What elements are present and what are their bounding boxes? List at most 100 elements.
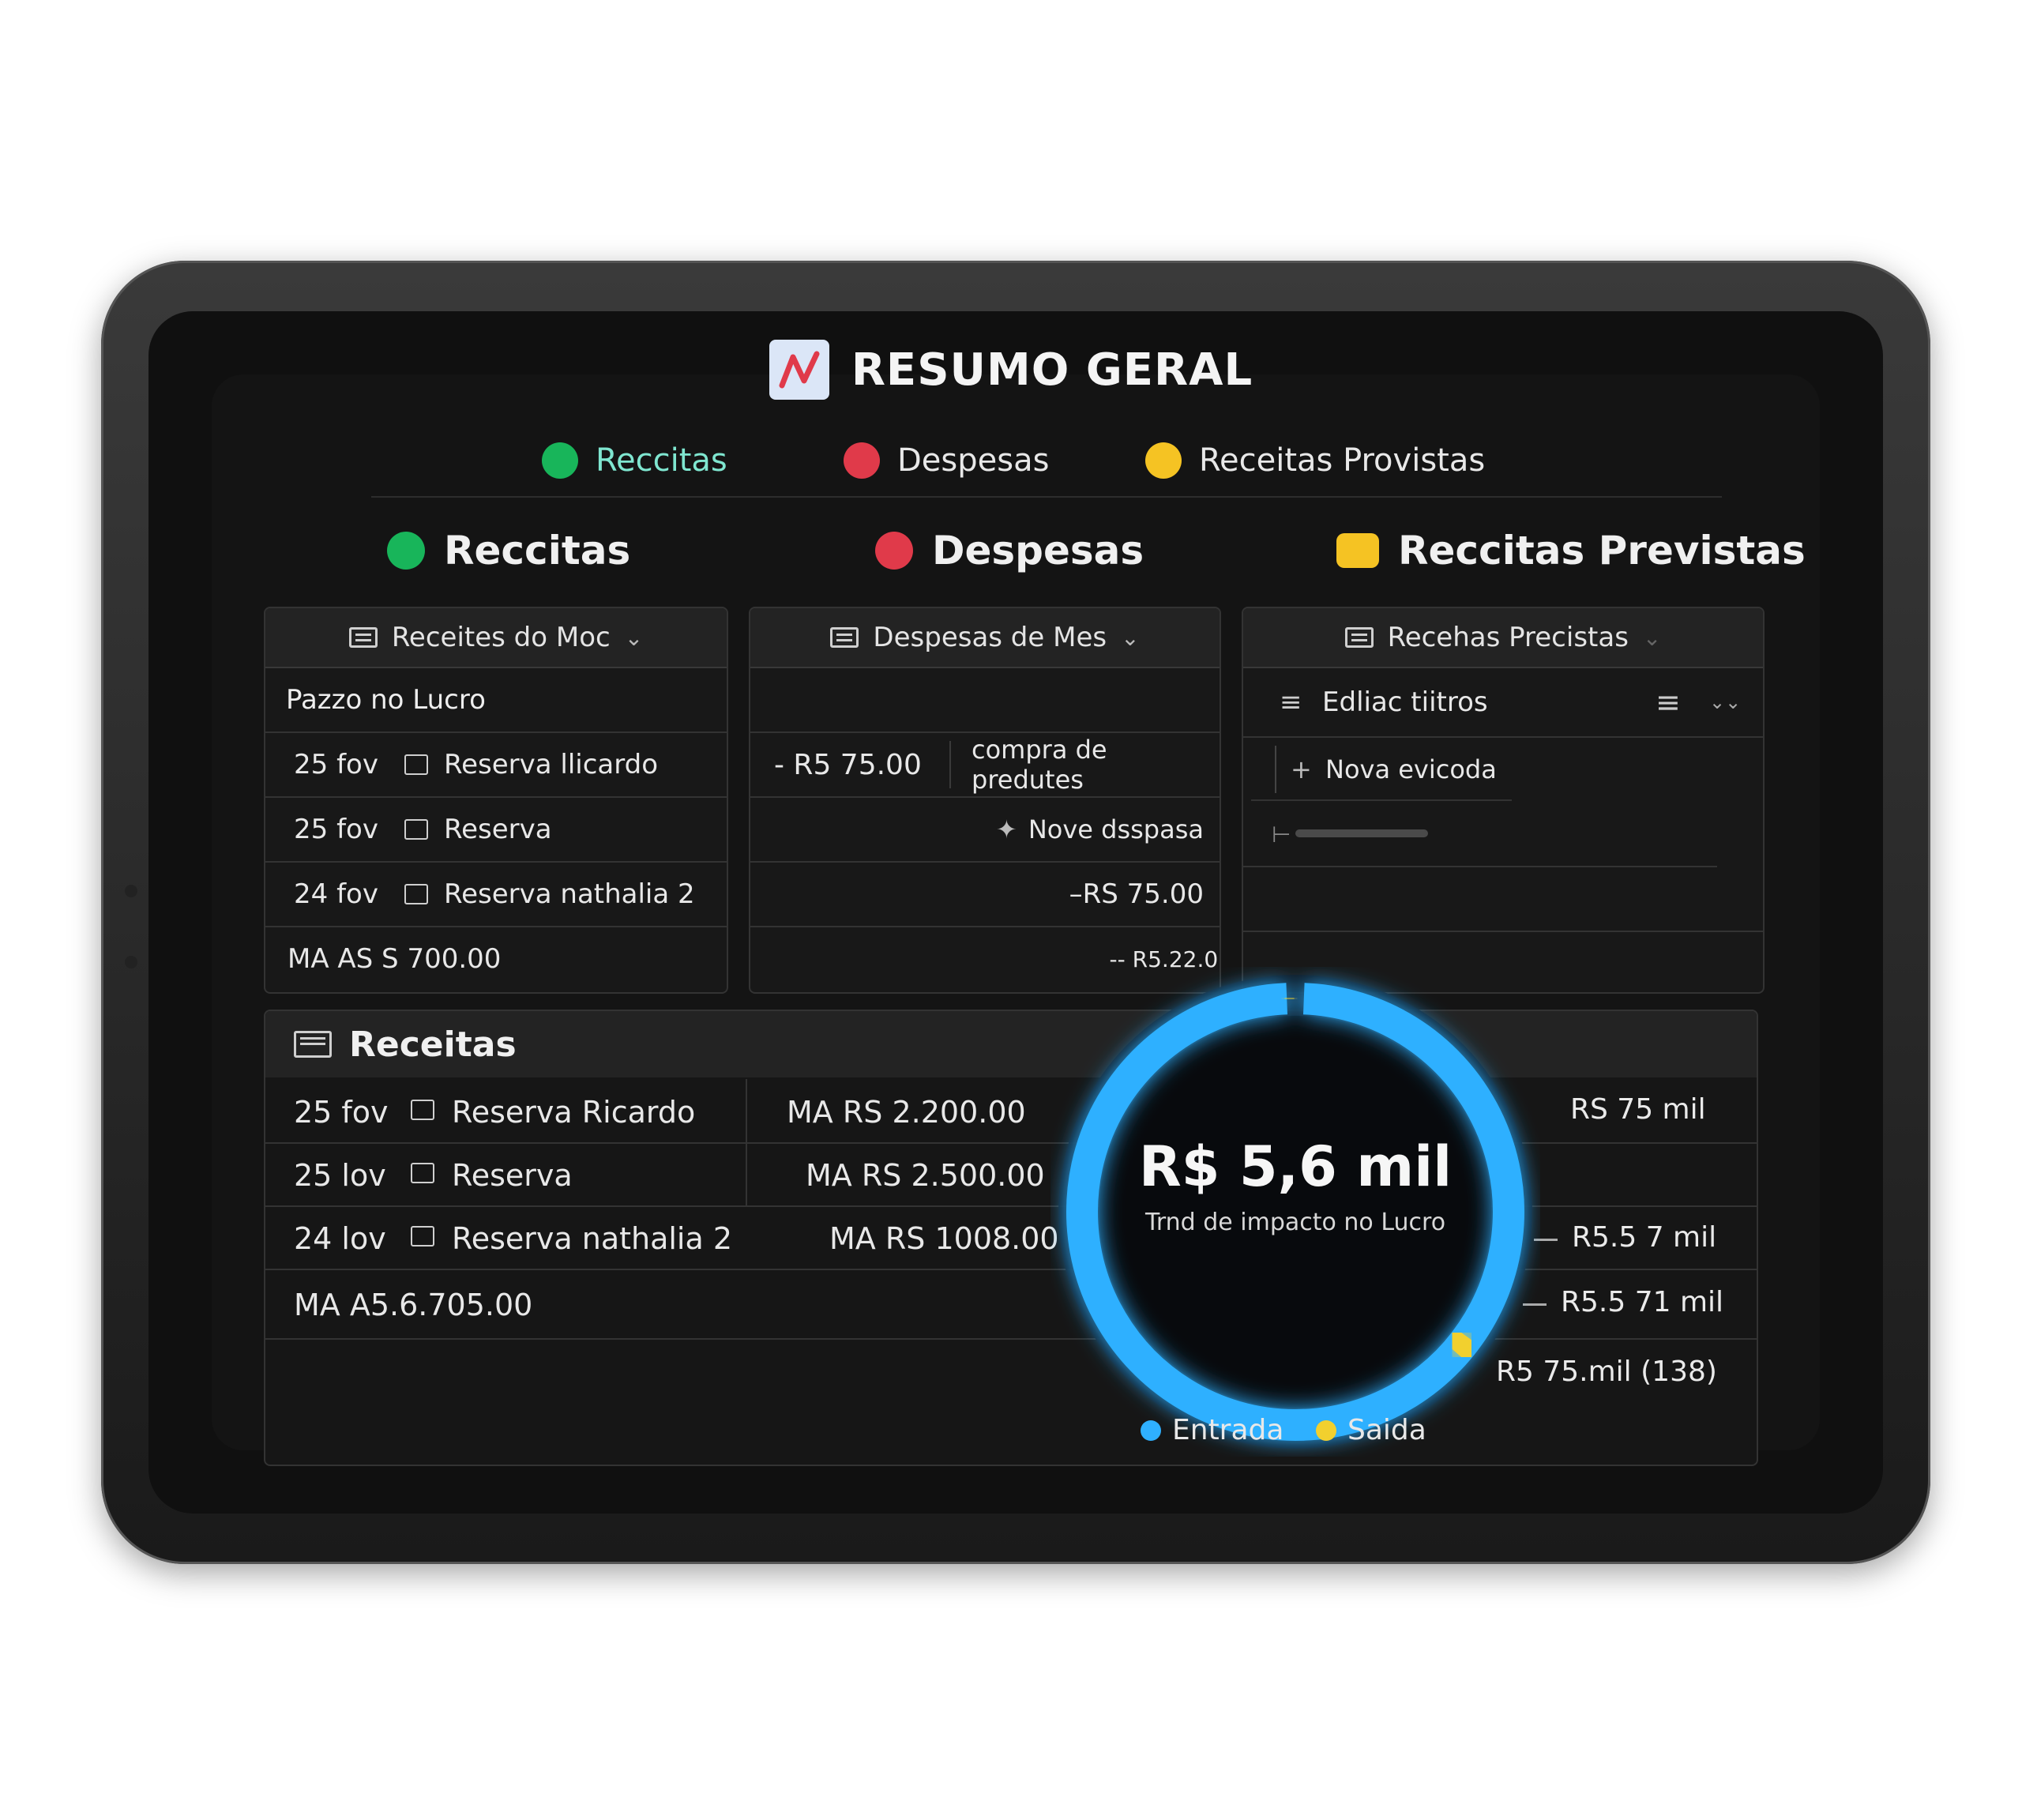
- list-icon: [830, 627, 859, 648]
- expense-icon: [844, 442, 880, 479]
- row-name: Reserva nathalia 2: [452, 1221, 733, 1256]
- chevron-down-icon[interactable]: ⌄: [1643, 625, 1661, 651]
- item-checkbox[interactable]: [404, 754, 428, 775]
- panel-subtitle-row: Pazzo no Lucro: [265, 668, 727, 733]
- tab-despesas[interactable]: Despesas: [844, 442, 1049, 479]
- new-forecast-label: Nova evicoda: [1325, 754, 1497, 784]
- new-expense-button[interactable]: ✦ Nove dsspasa: [750, 798, 1220, 863]
- legend-label: Saida: [1347, 1414, 1426, 1446]
- side-button: [125, 956, 137, 968]
- plus-icon: +: [1291, 754, 1312, 784]
- section-label: Despesas: [932, 528, 1144, 573]
- panel-subtitle: Pazzo no Lucro: [286, 684, 486, 716]
- row-date: 24 lov: [294, 1221, 386, 1256]
- placeholder-row: ⊢: [1243, 803, 1717, 867]
- section-label: Reccitas Previstas: [1398, 528, 1806, 573]
- item-name: Reserva llicardo: [444, 749, 659, 780]
- panel-receitas: Receites do Moc ⌄ Pazzo no Lucro 25 fov …: [264, 607, 728, 994]
- list-icon: [1344, 627, 1374, 648]
- expense-description: compra de predutes: [972, 735, 1107, 795]
- tab-label: Reccitas: [596, 442, 727, 479]
- item-checkbox[interactable]: [404, 884, 428, 904]
- panel-total-row: MA AS S 700.00: [265, 927, 727, 991]
- row-checkbox[interactable]: [411, 1100, 434, 1120]
- tab-label: Despesas: [897, 442, 1050, 479]
- tab-receitas[interactable]: Reccitas: [542, 442, 727, 479]
- plus-icon: ⊢: [1272, 821, 1291, 848]
- legend-dot: [1316, 1420, 1336, 1441]
- chevron-down-icon[interactable]: ⌄: [625, 625, 643, 651]
- chevron-down-icon[interactable]: ⌄⌄: [1709, 691, 1741, 713]
- cell-divider: [949, 741, 951, 788]
- section-heading-receitas: Reccitas: [387, 528, 630, 573]
- row-date: 25 lov: [294, 1158, 386, 1193]
- row-checkbox[interactable]: [411, 1226, 434, 1247]
- list-item[interactable]: - R5 75.00 compra de predutes: [750, 733, 1220, 798]
- panel-title: Despesas de Mes: [873, 622, 1107, 653]
- row-divider: [1251, 799, 1512, 801]
- cell-divider: [1275, 746, 1276, 793]
- tabs-divider: [371, 496, 1722, 498]
- section-label: Reccitas: [444, 528, 631, 573]
- section-heading-previstas: Reccitas Previstas: [1336, 528, 1806, 573]
- panel-title: Recehas Precistas: [1387, 622, 1629, 653]
- page-header: RESUMO GERAL: [0, 340, 2022, 400]
- panel-title: Receites do Moc: [391, 622, 611, 653]
- list-icon: [348, 627, 378, 648]
- donut-caption: Trnd de impacto no Lucro: [1144, 1209, 1446, 1236]
- donut-segment-saida: [1443, 1327, 1481, 1363]
- new-expense-label: Nove dsspasa: [1028, 814, 1204, 844]
- item-checkbox[interactable]: [404, 819, 428, 840]
- impact-label: R5.5 7 mil: [1572, 1221, 1717, 1254]
- list-icon: [294, 1031, 332, 1058]
- panel-empty-row: [750, 668, 1220, 733]
- expense-icon: [875, 532, 913, 570]
- list-item[interactable]: 25 fov Reserva llicardo: [265, 733, 727, 798]
- filter-row[interactable]: ≡ Edliac tiitros ≡ ⌄⌄: [1243, 668, 1763, 738]
- legend-saida: Saida: [1316, 1414, 1426, 1446]
- donut-value: R$ 5,6 mil: [1138, 1134, 1453, 1199]
- row-amount: MA RS 2.500.00: [806, 1158, 1045, 1193]
- panel-receitas-header[interactable]: Receites do Moc ⌄: [265, 608, 727, 668]
- row-name: Reserva Ricardo: [452, 1095, 696, 1130]
- filter-label: Edliac tiitros: [1322, 686, 1488, 718]
- page-title: RESUMO GERAL: [851, 344, 1253, 396]
- row-amount: MA RS 1008.00: [829, 1221, 1059, 1256]
- item-date: 25 fov: [294, 749, 378, 780]
- item-date: 24 fov: [294, 878, 378, 910]
- skeleton-bar: [1295, 829, 1428, 837]
- cell-divider: [746, 1142, 747, 1205]
- expense-amount: - R5 75.00: [774, 748, 922, 781]
- tab-receitas-provistas[interactable]: Receitas Provistas: [1145, 442, 1485, 479]
- row-checkbox[interactable]: [411, 1163, 434, 1183]
- forecast-icon: [1145, 442, 1182, 479]
- bottom-total: MA A5.6.705.00: [294, 1288, 533, 1322]
- side-button: [125, 885, 137, 897]
- panel-total: MA AS S 700.00: [288, 943, 502, 975]
- menu-icon[interactable]: ≡: [1656, 685, 1681, 720]
- panel-total: –RS 75.00: [1069, 878, 1204, 910]
- panel-despesas-header[interactable]: Despesas de Mes ⌄: [750, 608, 1220, 668]
- wallet-icon: [387, 532, 425, 570]
- legend-label: Entrada: [1172, 1414, 1284, 1446]
- legend-entrada: Entrada: [1141, 1414, 1283, 1446]
- panel-previstas-header[interactable]: Recehas Precistas ⌄: [1243, 608, 1763, 668]
- plus-icon: ✦: [996, 814, 1017, 844]
- wallet-card-icon: [1336, 533, 1379, 568]
- legend-dot: [1141, 1420, 1161, 1441]
- item-date: 25 fov: [294, 814, 378, 845]
- list-item[interactable]: 25 fov Reserva: [265, 798, 727, 863]
- new-forecast-button[interactable]: + Nova evicoda: [1243, 738, 1763, 801]
- wallet-icon: [542, 442, 578, 479]
- panel-total-row: –RS 75.00: [750, 863, 1220, 927]
- row-date: 25 fov: [294, 1095, 389, 1130]
- list-item[interactable]: 24 fov Reserva nathalia 2: [265, 863, 727, 927]
- chevron-down-icon[interactable]: ⌄: [1121, 625, 1139, 651]
- panel-title: Receitas: [349, 1024, 517, 1065]
- row-amount: MA RS 2.200.00: [787, 1095, 1026, 1130]
- trend-chart-icon: [769, 340, 829, 400]
- impact-label: R5.5 71 mil: [1561, 1286, 1724, 1318]
- cell-divider: [746, 1079, 747, 1142]
- item-name: Reserva: [444, 814, 552, 845]
- tab-label: Receitas Provistas: [1199, 442, 1486, 479]
